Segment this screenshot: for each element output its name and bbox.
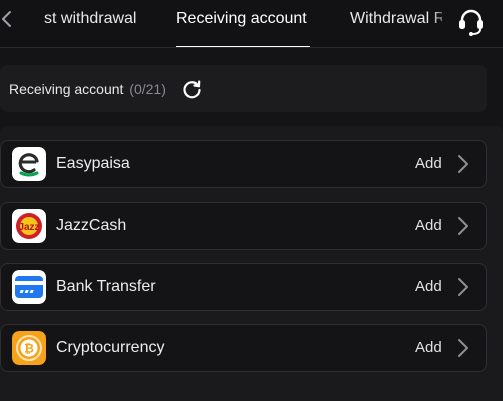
method-name: JazzCash [56, 217, 127, 234]
receiving-account-title: Receiving account (0/21) [9, 81, 166, 97]
method-row-cryptocurrency[interactable]: ₿ Cryptocurrency Add [0, 324, 487, 372]
payment-method-list: Easypaisa Add Jazz JazzCash Add Bank Tra… [0, 126, 503, 401]
account-count: (0/21) [129, 81, 166, 97]
bitcoin-icon: ₿ [12, 331, 46, 365]
method-row-bank-transfer[interactable]: Bank Transfer Add [0, 263, 487, 311]
active-tab-indicator [176, 46, 310, 47]
chevron-right-icon [455, 276, 471, 298]
add-button[interactable]: Add [415, 278, 442, 295]
chevron-right-icon [455, 153, 471, 175]
back-chevron-icon[interactable] [0, 9, 14, 29]
tab-bar: st withdrawal Receiving account Withdraw… [0, 0, 503, 48]
refresh-icon[interactable] [181, 78, 203, 100]
add-button[interactable]: Add [415, 155, 442, 172]
svg-text:₿: ₿ [24, 342, 34, 356]
chevron-right-icon [455, 215, 471, 237]
method-name: Bank Transfer [56, 278, 156, 295]
method-row-jazzcash[interactable]: Jazz JazzCash Add [0, 202, 487, 250]
headset-support-icon[interactable] [455, 6, 487, 38]
tab-withdrawal-records[interactable]: Withdrawal R [350, 10, 442, 28]
receiving-account-header: Receiving account (0/21) [0, 65, 487, 112]
chevron-right-icon [455, 337, 471, 359]
jazzcash-icon: Jazz [12, 209, 46, 243]
add-button[interactable]: Add [415, 217, 442, 234]
tab-last-withdrawal[interactable]: st withdrawal [44, 10, 136, 28]
receiving-account-title-text: Receiving account [9, 81, 124, 97]
method-name: Cryptocurrency [56, 339, 165, 356]
bank-card-icon [12, 270, 46, 304]
method-row-easypaisa[interactable]: Easypaisa Add [0, 140, 487, 188]
tab-receiving-account[interactable]: Receiving account [176, 10, 307, 28]
svg-text:Jazz: Jazz [18, 222, 39, 233]
method-name: Easypaisa [56, 155, 130, 172]
easypaisa-icon [12, 147, 46, 181]
add-button[interactable]: Add [415, 339, 442, 356]
